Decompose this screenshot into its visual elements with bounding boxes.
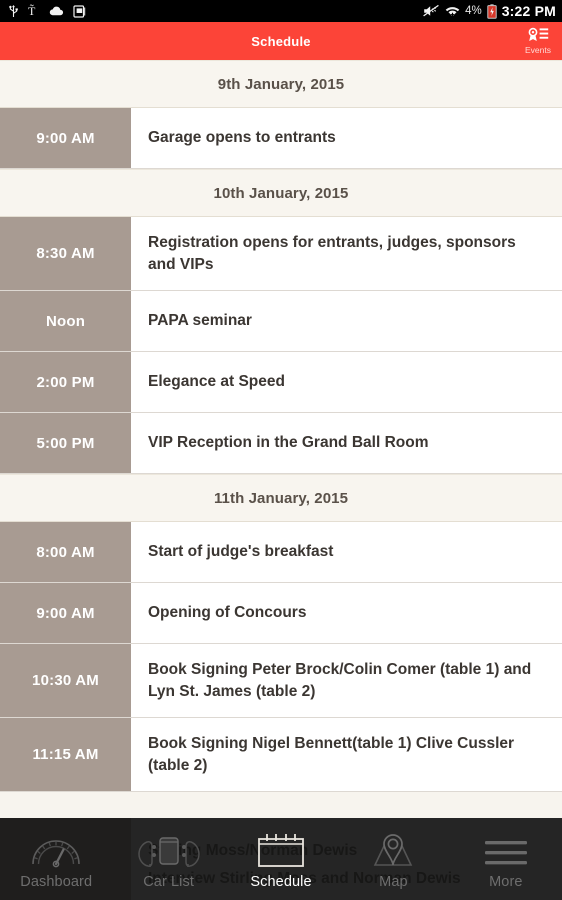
date-header: 11th January, 2015 bbox=[0, 474, 562, 522]
event-title: Book Signing Peter Brock/Colin Comer (ta… bbox=[148, 660, 532, 700]
date-header: 10th January, 2015 bbox=[0, 169, 562, 217]
tab-map-label: Map bbox=[379, 873, 408, 890]
svg-text:T̃: T̃ bbox=[28, 4, 36, 18]
event-time: 8:00 AM bbox=[0, 522, 131, 582]
schedule-row[interactable]: Noon PAPA seminar bbox=[0, 291, 562, 352]
bottom-tab-bar: Dashboard Car List Schedule Map More bbox=[0, 818, 562, 900]
wifi-icon bbox=[445, 7, 460, 17]
event-title: Garage opens to entrants bbox=[148, 129, 336, 146]
schedule-list[interactable]: 9th January, 2015 9:00 AM Garage opens t… bbox=[0, 60, 562, 900]
tab-schedule[interactable]: Schedule bbox=[225, 818, 337, 900]
events-button[interactable]: Events bbox=[516, 22, 560, 60]
date-header-label: 9th January, 2015 bbox=[217, 75, 345, 93]
event-time: 2:00 PM bbox=[0, 352, 131, 412]
usb-icon bbox=[9, 5, 18, 17]
tab-car-list-label: Car List bbox=[143, 873, 194, 890]
system-status-bar: T̃ 4% 3:22 PM bbox=[0, 0, 562, 22]
events-ribbon-icon bbox=[528, 27, 549, 41]
schedule-row[interactable]: 2:00 PM Elegance at Speed bbox=[0, 352, 562, 413]
car-front-icon bbox=[137, 836, 200, 867]
tab-dashboard[interactable]: Dashboard bbox=[0, 818, 112, 900]
schedule-row[interactable]: 8:30 AM Registration opens for entrants,… bbox=[0, 217, 562, 291]
tab-map[interactable]: Map bbox=[337, 818, 449, 900]
schedule-row[interactable]: 9:00 AM Garage opens to entrants bbox=[0, 108, 562, 169]
tab-dashboard-label: Dashboard bbox=[20, 873, 93, 890]
event-title: VIP Reception in the Grand Ball Room bbox=[148, 434, 429, 451]
status-bar-clock: 3:22 PM bbox=[501, 3, 556, 19]
date-header: 9th January, 2015 bbox=[0, 60, 562, 108]
hamburger-menu-icon bbox=[484, 840, 527, 864]
schedule-row[interactable]: 8:00 AM Start of judge's breakfast bbox=[0, 522, 562, 583]
event-time: 9:00 AM bbox=[0, 583, 131, 643]
event-title: Start of judge's breakfast bbox=[148, 543, 334, 560]
event-time: Noon bbox=[0, 291, 131, 351]
schedule-row[interactable]: 10:30 AM Book Signing Peter Brock/Colin … bbox=[0, 644, 562, 718]
event-time: 9:00 AM bbox=[0, 108, 131, 168]
app-bar: Schedule Events bbox=[0, 22, 562, 60]
date-header-label: 11th January, 2015 bbox=[213, 489, 349, 507]
schedule-row[interactable]: 5:00 PM VIP Reception in the Grand Ball … bbox=[0, 413, 562, 474]
tab-more[interactable]: More bbox=[450, 818, 562, 900]
map-pin-icon bbox=[374, 833, 413, 866]
tab-more-label: More bbox=[489, 873, 523, 890]
battery-percent-label: 4% bbox=[465, 5, 482, 17]
tsmobile-icon: T̃ bbox=[28, 4, 36, 18]
speedometer-icon bbox=[32, 839, 81, 867]
event-time: 10:30 AM bbox=[0, 644, 131, 717]
event-time: 11:15 AM bbox=[0, 718, 131, 791]
status-bar-left-icons: T̃ bbox=[8, 4, 86, 18]
event-title: Opening of Concours bbox=[148, 604, 307, 621]
screenshot-icon bbox=[73, 5, 86, 18]
events-button-label: Events bbox=[525, 45, 551, 55]
event-time: 8:30 AM bbox=[0, 217, 131, 290]
event-title: Registration opens for entrants, judges,… bbox=[148, 233, 516, 273]
cloud-upload-icon bbox=[49, 6, 64, 16]
schedule-row[interactable]: 11:15 AM Book Signing Nigel Bennett(tabl… bbox=[0, 718, 562, 792]
mute-icon bbox=[423, 4, 439, 17]
tab-car-list[interactable]: Car List bbox=[112, 818, 224, 900]
event-title: Book Signing Nigel Bennett(table 1) Cliv… bbox=[148, 734, 515, 774]
tab-schedule-label: Schedule bbox=[250, 873, 312, 890]
page-title: Schedule bbox=[251, 33, 311, 49]
date-header-label: 10th January, 2015 bbox=[213, 184, 349, 202]
event-title: PAPA seminar bbox=[148, 312, 252, 329]
event-time: 5:00 PM bbox=[0, 413, 131, 473]
schedule-row[interactable]: 9:00 AM Opening of Concours bbox=[0, 583, 562, 644]
calendar-icon bbox=[258, 833, 304, 867]
event-title: Elegance at Speed bbox=[148, 373, 285, 390]
battery-icon bbox=[486, 3, 497, 19]
app-root: T̃ 4% 3:22 PM Schedule Events 9th Januar… bbox=[0, 0, 562, 900]
status-bar-right-icons: 4% 3:22 PM bbox=[423, 3, 556, 19]
